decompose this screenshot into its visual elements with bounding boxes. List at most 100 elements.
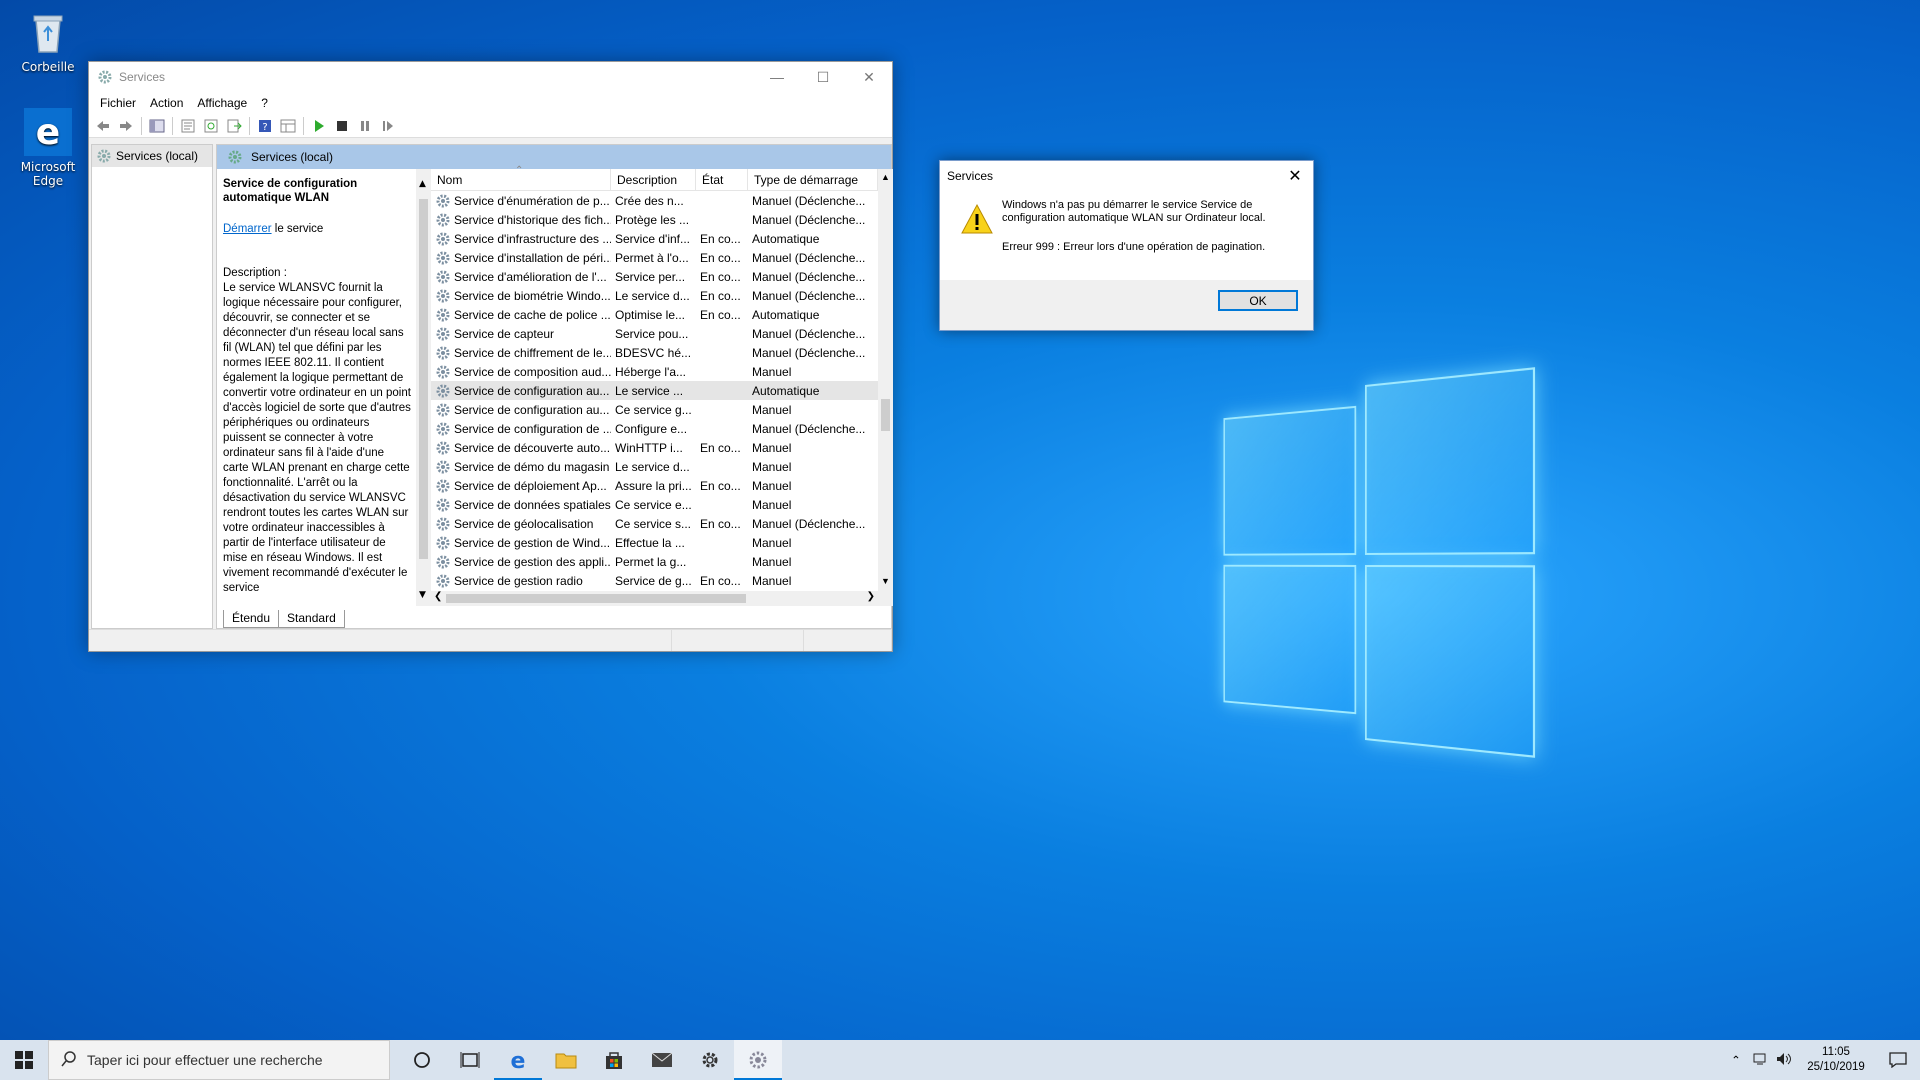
table-row[interactable]: Service de configuration au... Ce service… — [431, 400, 893, 419]
stop-service-button[interactable] — [332, 117, 352, 135]
service-state: En co... — [700, 288, 741, 303]
properties-button[interactable] — [178, 117, 198, 135]
taskbar-edge[interactable]: e — [494, 1040, 542, 1080]
tab-etendu[interactable]: Étendu — [223, 610, 280, 628]
desktop-icon-recycle-bin[interactable]: Corbeille — [8, 8, 88, 74]
close-button[interactable]: ✕ — [846, 62, 892, 92]
table-row[interactable]: Service d'énumération de p... Crée des n.… — [431, 191, 893, 210]
desktop-icon-edge[interactable]: e Microsoft Edge — [8, 108, 88, 188]
extended-description-panel: Service de configuration automatique WLA… — [217, 169, 417, 606]
service-startup-type: Manuel — [752, 440, 792, 455]
table-row[interactable]: Service de configuration de ... Configure… — [431, 419, 893, 438]
tree-item-services-local[interactable]: Services (local) — [92, 145, 212, 167]
table-row[interactable]: Service d'amélioration de l'... Service p… — [431, 267, 893, 286]
start-service-line: Démarrer le service — [217, 205, 417, 235]
table-row[interactable]: Service de gestion radio Service de g... E… — [431, 571, 893, 590]
title-bar[interactable]: Services — ☐ ✕ — [89, 62, 892, 92]
service-name: Service de gestion radio — [454, 573, 583, 588]
table-row[interactable]: Service de gestion de Wind... Effectue la… — [431, 533, 893, 552]
table-row[interactable]: Service de chiffrement de le... BDESVC hé… — [431, 343, 893, 362]
service-name: Service de configuration au... — [454, 402, 610, 417]
volume-icon[interactable] — [1772, 1052, 1796, 1069]
table-row[interactable]: Service de biométrie Windo... Le service … — [431, 286, 893, 305]
dialog-footer: OK — [940, 280, 1313, 330]
dialog-close-button[interactable]: ✕ — [1277, 166, 1313, 186]
taskbar-store[interactable] — [590, 1040, 638, 1080]
service-gear-icon — [435, 459, 451, 475]
network-icon[interactable] — [1748, 1052, 1772, 1069]
start-service-link[interactable]: Démarrer — [223, 223, 272, 235]
horizontal-scrollbar[interactable]: ❮ ❯ — [431, 591, 878, 606]
show-tree-button[interactable] — [147, 117, 167, 135]
tree-pane: Services (local) — [91, 144, 213, 629]
description-scrollbar[interactable]: ▲ ▼ — [416, 169, 431, 606]
service-description: Le service ... — [615, 383, 684, 398]
minimize-button[interactable]: — — [754, 62, 800, 92]
toolbar: ? — [89, 114, 892, 138]
table-row[interactable]: Service de géolocalisation Ce service s..… — [431, 514, 893, 533]
service-name: Service d'amélioration de l'... — [454, 269, 607, 284]
back-button[interactable] — [93, 117, 113, 135]
view-button[interactable] — [278, 117, 298, 135]
table-row[interactable]: Service de configuration au... Le service… — [431, 381, 893, 400]
taskbar-file-explorer[interactable] — [542, 1040, 590, 1080]
table-row[interactable]: Service de composition aud... Héberge l'a… — [431, 362, 893, 381]
column-header-description[interactable]: Description — [611, 168, 696, 191]
window-title: Services — [119, 70, 166, 84]
taskbar-settings[interactable] — [686, 1040, 734, 1080]
taskbar-mail[interactable] — [638, 1040, 686, 1080]
table-row[interactable]: Service d'installation de péri... Permet … — [431, 248, 893, 267]
clock-date: 25/10/2019 — [1807, 1061, 1865, 1073]
cortana-button[interactable] — [398, 1040, 446, 1080]
menu-fichier[interactable]: Fichier — [93, 96, 143, 110]
svg-text:e: e — [36, 112, 60, 153]
restart-service-button[interactable] — [378, 117, 398, 135]
export-button[interactable] — [224, 117, 244, 135]
column-header-etat[interactable]: État — [696, 168, 748, 191]
list-scrollbar-thumb[interactable] — [881, 399, 890, 431]
ok-button[interactable]: OK — [1218, 290, 1298, 311]
description-label: Description : — [223, 267, 287, 279]
service-gear-icon — [435, 212, 451, 228]
table-row[interactable]: Service de gestion des appli... Permet la… — [431, 552, 893, 571]
refresh-button[interactable] — [201, 117, 221, 135]
service-name-cell: Service de géolocalisation — [431, 516, 611, 532]
column-header-type-demarrage[interactable]: Type de démarrage — [748, 168, 878, 191]
menu-action[interactable]: Action — [143, 96, 190, 110]
services-gear-icon — [97, 69, 113, 85]
scrollbar-thumb[interactable] — [419, 199, 428, 559]
clock[interactable]: 11:05 25/10/2019 — [1796, 1045, 1876, 1075]
service-name-cell: Service de configuration au... — [431, 402, 611, 418]
service-gear-icon — [435, 478, 451, 494]
table-row[interactable]: Service de cache de police ... Optimise l… — [431, 305, 893, 324]
taskbar-search[interactable]: Taper ici pour effectuer une recherche — [48, 1040, 390, 1080]
pause-service-button[interactable] — [355, 117, 375, 135]
service-gear-icon — [435, 364, 451, 380]
table-row[interactable]: Service de déploiement Ap... Assure la pr… — [431, 476, 893, 495]
menu-help[interactable]: ? — [254, 96, 275, 110]
service-description: Permet la g... — [615, 554, 687, 569]
menu-affichage[interactable]: Affichage — [190, 96, 254, 110]
task-view-button[interactable] — [446, 1040, 494, 1080]
table-row[interactable]: Service de découverte auto... WinHTTP i..… — [431, 438, 893, 457]
service-gear-icon — [435, 421, 451, 437]
table-row[interactable]: Service de démo du magasin Le service d..… — [431, 457, 893, 476]
start-button[interactable] — [0, 1040, 48, 1080]
dialog-title-bar[interactable]: Services ✕ — [940, 161, 1313, 191]
show-hidden-icons-button[interactable]: ⌃ — [1724, 1053, 1748, 1067]
forward-button[interactable] — [116, 117, 136, 135]
start-service-button[interactable] — [309, 117, 329, 135]
list-vertical-scrollbar[interactable]: ▲ ▼ — [878, 169, 893, 606]
service-name: Service de déploiement Ap... — [454, 478, 607, 493]
help-button[interactable]: ? — [255, 117, 275, 135]
table-row[interactable]: Service de données spatiales Ce service e… — [431, 495, 893, 514]
taskbar-services[interactable] — [734, 1040, 782, 1080]
table-row[interactable]: Service de capteur Service pou... Manuel (… — [431, 324, 893, 343]
edge-icon: e — [24, 108, 72, 156]
table-row[interactable]: Service d'historique des fich... Protège … — [431, 210, 893, 229]
tab-standard[interactable]: Standard — [278, 610, 345, 628]
maximize-button[interactable]: ☐ — [800, 62, 846, 92]
notifications-button[interactable] — [1876, 1052, 1920, 1068]
table-row[interactable]: Service d'infrastructure des ... Service … — [431, 229, 893, 248]
h-scrollbar-thumb[interactable] — [446, 594, 746, 603]
